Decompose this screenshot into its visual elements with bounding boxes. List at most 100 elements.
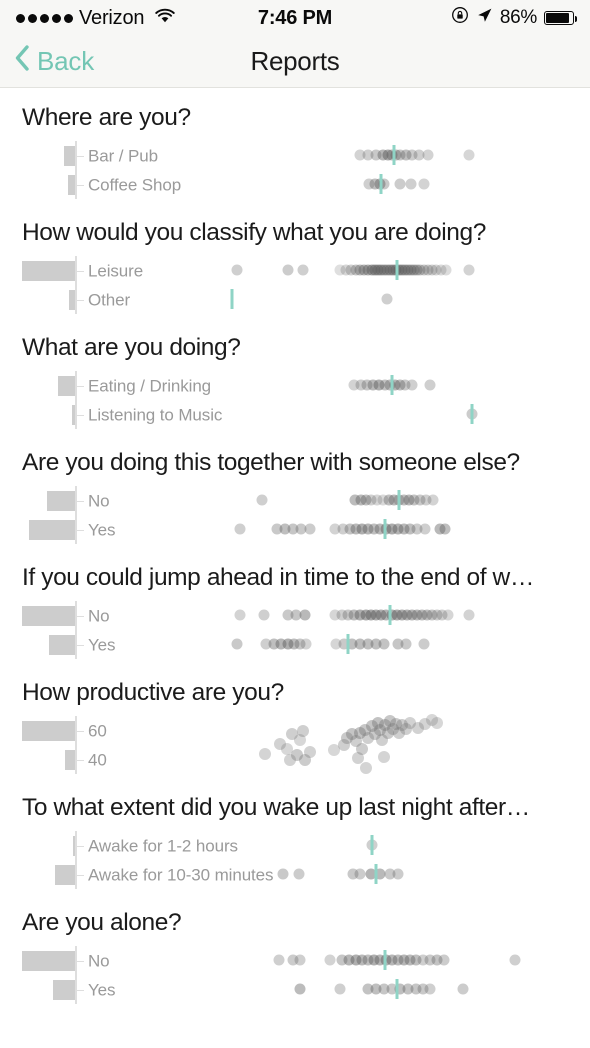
report-question-block[interactable]: To what extent did you wake up last nigh… [0,778,590,891]
axis-tick [75,270,84,272]
axis-tick [75,989,84,991]
status-bar-left: Verizon [16,7,176,30]
row-label: Bar / Pub [88,146,158,165]
plot-row: Yes [0,630,590,659]
row-label: Yes [88,635,116,654]
axis-tick [75,155,84,157]
question-plot: No Yes [0,484,590,546]
chevron-left-icon [14,44,30,79]
carrier-label: Verizon [79,6,145,29]
plot-row: Other [0,285,590,314]
row-count-bar [22,950,75,971]
question-title: How productive are you? [22,679,284,706]
plot-row: Coffee Shop [0,170,590,199]
row-label: Coffee Shop [88,175,182,194]
plot-row: Yes [0,515,590,544]
back-button-label: Back [37,46,95,76]
plot-row: No [0,486,590,515]
row-count-bar [68,174,75,195]
report-question-block[interactable]: How would you classify what you are doin… [0,203,590,316]
row-label: Yes [88,520,116,539]
signal-dot [64,13,73,23]
row-count-bar [58,375,75,396]
row-label: Yes [88,980,116,999]
question-plot: No Yes [0,944,590,1006]
plot-row: Eating / Drinking [0,371,590,400]
question-plot: Leisure Other [0,254,590,316]
wifi-icon [154,7,176,30]
question-plot: Awake for 1-2 hours Awake for 10-30 minut… [0,829,590,891]
axis-tick [75,529,84,531]
plot-row: Awake for 1-2 hours [0,831,590,860]
plot-row: Listening to Music [0,400,590,429]
row-count-bar [22,260,75,281]
question-title: How would you classify what you are doin… [22,219,486,246]
row-count-bar [47,490,75,511]
signal-dot [28,13,37,23]
row-label: Eating / Drinking [88,376,212,395]
axis-tick [75,615,84,617]
row-label: Awake for 1-2 hours [88,836,238,855]
axis-tick [75,385,84,387]
plot-row: Leisure [0,256,590,285]
axis-tick [75,874,84,876]
question-title: Are you alone? [22,909,182,936]
data-point-dot [378,750,390,763]
scatter-plot-area [0,714,590,776]
axis-tick [75,960,84,962]
data-point-dot [297,725,309,738]
report-question-block[interactable]: Are you doing this together with someone… [0,433,590,546]
signal-dot [52,13,61,23]
question-title: If you could jump ahead in time to the e… [22,564,534,591]
signal-strength-icon [16,13,73,23]
question-plot: No Yes [0,599,590,661]
navigation-bar: Back Reports [0,36,590,88]
data-point-dot [338,739,350,752]
report-question-block[interactable]: How productive are you? 60 40 [0,663,590,776]
location-arrow-icon [476,7,493,30]
question-plot: Eating / Drinking Listening to Music [0,369,590,431]
status-bar-right: 86% [451,6,578,30]
row-count-bar [64,145,75,166]
battery-percent-label: 86% [499,7,537,28]
question-title: Where are you? [22,104,191,131]
row-label: Other [88,290,131,309]
signal-dot [40,13,49,23]
data-point-dot [259,748,271,761]
axis-tick [75,299,84,301]
report-question-block[interactable]: If you could jump ahead in time to the e… [0,548,590,661]
data-point-dot [431,716,443,729]
plot-row: Yes [0,975,590,1004]
axis-tick [75,644,84,646]
report-question-block[interactable]: Are you alone? No Yes [0,893,590,1006]
back-button[interactable]: Back [14,44,94,79]
data-point-dot [356,743,368,756]
signal-dot [16,13,25,23]
plot-row: Awake for 10-30 minutes [0,860,590,889]
row-label: Leisure [88,261,144,280]
row-count-bar [29,519,75,540]
row-count-bar [53,979,75,1000]
row-count-bar [22,605,75,626]
plot-row: No [0,946,590,975]
row-label: No [88,951,110,970]
row-count-bar [49,634,75,655]
data-point-dot [304,745,316,758]
question-plot: Bar / Pub Coffee Shop [0,139,590,201]
row-label: No [88,491,110,510]
row-label: Listening to Music [88,405,223,424]
question-plot: 60 40 [0,714,590,776]
axis-tick [75,414,84,416]
row-count-bar [55,864,75,885]
data-point-dot [360,762,372,774]
report-question-block[interactable]: Where are you? Bar / Pub Coffee Shop [0,88,590,201]
question-title: To what extent did you wake up last nigh… [22,794,530,821]
plot-row: No [0,601,590,630]
report-question-block[interactable]: What are you doing? Eating / Drinking List… [0,318,590,431]
axis-tick [75,845,84,847]
reports-list: Where are you? Bar / Pub Coffee Shop How wo… [0,88,590,1006]
axis-tick [75,500,84,502]
plot-row: Bar / Pub [0,141,590,170]
data-point-dot [284,754,296,767]
question-title: What are you doing? [22,334,241,361]
